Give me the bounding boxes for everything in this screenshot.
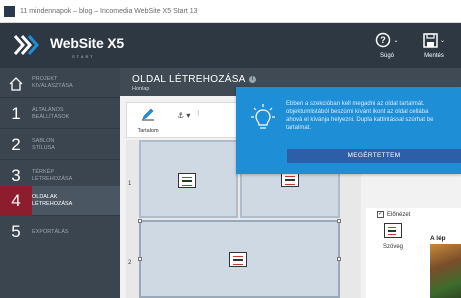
checkbox-checked-icon: ✓ <box>377 211 384 218</box>
preview-photo <box>430 244 461 298</box>
svg-text:?: ? <box>381 35 387 45</box>
grid-cell-selected[interactable] <box>138 219 341 298</box>
chevron-down-icon: ⌄ <box>439 37 446 44</box>
resize-handle[interactable] <box>138 219 142 223</box>
got-it-button[interactable]: MEGÉRTETTEM <box>287 149 461 163</box>
page-subtitle: Honlap <box>132 86 150 92</box>
step-label: OLDALAK LÉTREHOZÁSA <box>32 193 73 207</box>
preview-label: Előnézet <box>387 211 411 218</box>
text-object-icon[interactable] <box>229 252 247 267</box>
resize-handle[interactable] <box>337 257 341 261</box>
save-label: Mentés <box>424 53 444 59</box>
floppy-icon <box>423 32 438 48</box>
step-export[interactable]: 5 EXPORTÁLÁS <box>0 217 120 247</box>
step-label: ÁLTALÁNOS BEÁLLÍTÁSOK <box>32 106 70 120</box>
step-number: 4 <box>0 185 32 216</box>
page-title: OLDAL LÉTREHOZÁSA <box>132 74 246 85</box>
window-title: 11 mindennapok – blog – Incomedia WebSit… <box>20 7 198 15</box>
step-number: 5 <box>11 222 21 241</box>
tip-popup: Ebben a szekcióban kell megadni az oldal… <box>236 87 461 174</box>
step-general-settings[interactable]: 1 ÁLTALÁNOS BEÁLLÍTÁSOK <box>0 99 120 129</box>
chevron-down-icon: ⌄ <box>393 37 399 44</box>
image-preview: A lép <box>430 235 461 298</box>
step-label: PROJEKT KIVÁLASZTÁSA <box>32 75 73 89</box>
text-object-icon[interactable] <box>178 173 196 188</box>
step-number: 1 <box>11 103 21 123</box>
row-number: 1 <box>128 181 132 187</box>
content-button[interactable]: Tartalom <box>131 106 165 136</box>
help-label: Súgó <box>379 53 394 59</box>
content-label: Tartalom <box>137 128 159 134</box>
text-object-label: Szöveg <box>382 244 403 250</box>
step-label: SABLON STÍLUSA <box>32 137 55 151</box>
grid-cell[interactable] <box>139 140 238 218</box>
step-project-select[interactable]: PROJEKT KIVÁLASZTÁSA <box>0 68 120 98</box>
row-number: 2 <box>128 260 132 266</box>
text-object-icon[interactable] <box>281 172 299 187</box>
step-number: 3 <box>11 165 21 185</box>
step-template-style[interactable]: 2 SABLON STÍLUSA <box>0 130 120 160</box>
text-object-button[interactable]: Szöveg <box>380 223 406 259</box>
home-icon <box>0 69 32 97</box>
brand-name: WebSite X5 <box>50 35 124 51</box>
preview-checkbox[interactable]: ✓ Előnézet <box>377 211 410 218</box>
step-label: TÉRKÉP LÉTREHOZÁSA <box>32 168 73 182</box>
app-icon <box>4 5 15 17</box>
step-number: 2 <box>11 134 21 154</box>
resize-handle[interactable] <box>138 257 142 261</box>
lightbulb-icon <box>251 104 275 129</box>
step-pages[interactable]: 4 OLDALAK LÉTREHOZÁSA <box>0 185 120 216</box>
pencil-icon <box>142 108 154 121</box>
steps-sidebar: PROJEKT KIVÁLASZTÁSA 1 ÁLTALÁNOS BEÁLLÍT… <box>0 68 120 298</box>
text-object-icon <box>384 223 402 238</box>
save-button[interactable]: ⌄ Mentés <box>412 29 456 65</box>
anchor-button[interactable]: ⚓ ▾ <box>177 111 190 120</box>
help-button[interactable]: ? ⌄ Súgó <box>365 29 409 65</box>
question-circle-icon: ? <box>376 32 391 48</box>
top-bar: WebSite X5 START ? ⌄ Súgó ⌄ Mentés <box>0 23 461 68</box>
info-icon[interactable]: i <box>249 76 256 83</box>
image-caption: A lép <box>430 235 446 242</box>
align-icon[interactable]: ⁝ <box>197 109 200 118</box>
tip-text: Ebben a szekcióban kell megadni az oldal… <box>286 101 434 131</box>
brand-subtitle: START <box>72 54 95 59</box>
step-label: EXPORTÁLÁS <box>32 228 69 235</box>
resize-handle[interactable] <box>337 219 341 223</box>
websitex5-logo-icon <box>13 35 39 55</box>
window-titlebar: 11 mindennapok – blog – Incomedia WebSit… <box>0 0 461 23</box>
object-panel: ✓ Előnézet Szöveg A lép <box>366 208 461 298</box>
